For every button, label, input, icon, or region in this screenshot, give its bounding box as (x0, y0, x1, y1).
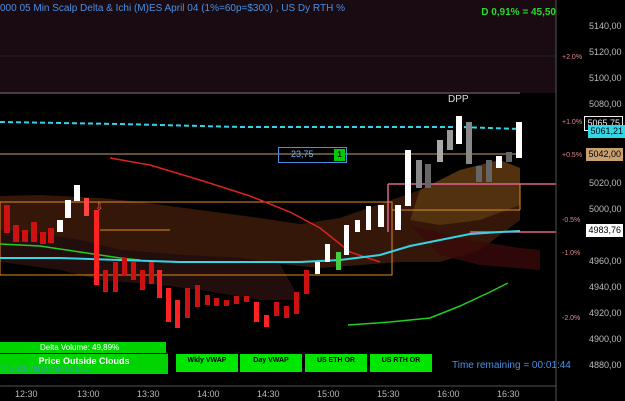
x-tick: 16:30 (497, 389, 520, 399)
delta-volume-bar: Delta Volume: 49,89% (0, 342, 166, 353)
pct-label: +1.0% (562, 119, 582, 126)
y-tick: 4940,00 (589, 282, 622, 292)
y-tick: 5140,00 (589, 21, 622, 31)
y-tick: 4900,00 (589, 334, 622, 344)
x-tick: 14:30 (257, 389, 280, 399)
y-tick: 4920,00 (589, 308, 622, 318)
price-chart[interactable]: ⇩ +2.0% +1.0% +0.5% -0.5% -1.0% -2.0% 51… (0, 0, 625, 401)
x-tick: 14:00 (197, 389, 220, 399)
quantity-button[interactable]: 1 (334, 149, 345, 161)
y-tick: 5120,00 (589, 47, 622, 57)
copyright-text: © 2025 NinjaTrader, LLC (2, 364, 91, 373)
dpp-label: DPP (448, 94, 469, 105)
x-tick: 12:30 (15, 389, 38, 399)
y-tick: 5000,00 (589, 204, 622, 214)
quantity-box[interactable]: 23,75 1 (278, 147, 347, 163)
quantity-value: 23,75 (291, 149, 314, 159)
pct-label: +2.0% (562, 54, 582, 61)
x-tick: 13:30 (137, 389, 160, 399)
pct-label: -0.5% (562, 217, 580, 224)
price-tag-last: 5042,00 (586, 148, 623, 161)
day-vwap-button[interactable]: Day VWAP (240, 354, 302, 372)
chart-title: 000 05 Min Scalp Delta & Ichi (M)ES Apri… (0, 3, 345, 14)
time-remaining: Time remaining = 00:01:44 (452, 360, 571, 371)
wkly-vwap-button[interactable]: Wkly VWAP (176, 354, 238, 372)
pct-label: -2.0% (562, 315, 580, 322)
y-tick: 5020,00 (589, 178, 622, 188)
us-rth-or-button[interactable]: US RTH OR (370, 354, 432, 372)
pct-label: -1.0% (562, 250, 580, 257)
us-eth-or-button[interactable]: US ETH OR (305, 354, 367, 372)
x-tick: 15:00 (317, 389, 340, 399)
y-tick: 4960,00 (589, 256, 622, 266)
x-tick: 15:30 (377, 389, 400, 399)
price-tag-lower: 4983,76 (586, 224, 623, 237)
pct-label: +0.5% (562, 152, 582, 159)
y-tick: 5100,00 (589, 73, 622, 83)
price-tag-hidden: 5061,21 (588, 125, 625, 138)
x-tick: 16:00 (437, 389, 460, 399)
pnl-display: D 0,91% = 45,50 (481, 7, 556, 18)
svg-text:⇩: ⇩ (95, 202, 103, 213)
y-tick: 5080,00 (589, 99, 622, 109)
x-tick: 13:00 (77, 389, 100, 399)
y-tick: 4880,00 (589, 360, 622, 370)
